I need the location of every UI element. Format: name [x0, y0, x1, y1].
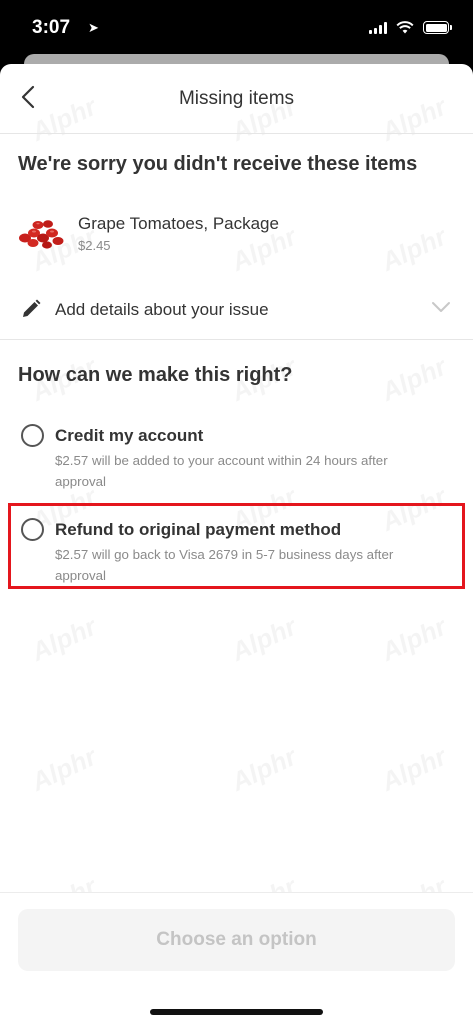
watermark: Alphr — [27, 741, 102, 798]
missing-items-sheet: Alphr Alphr Alphr Alphr Alphr Alphr Alph… — [0, 64, 473, 1024]
page-title: Missing items — [178, 88, 295, 109]
watermark: Alphr — [27, 611, 102, 668]
watermark: Alphr — [227, 611, 302, 668]
pencil-icon — [23, 299, 41, 317]
add-details-label: Add details about your issue — [55, 300, 269, 319]
section-heading-resolution: How can we make this right? — [18, 364, 293, 386]
home-indicator — [150, 1009, 323, 1015]
watermark: Alphr — [227, 741, 302, 798]
watermark: Alphr — [377, 741, 452, 798]
add-details-row[interactable]: Add details about your issue — [0, 286, 473, 340]
status-icons — [369, 21, 452, 34]
footer: Choose an option — [0, 892, 473, 1024]
item-price: $2.45 — [78, 238, 111, 253]
status-bar: 3:07 ➤ — [0, 0, 473, 56]
radio-button[interactable] — [21, 424, 44, 447]
option-title: Credit my account — [55, 426, 204, 445]
watermark: Alphr — [377, 351, 452, 408]
status-time: 3:07 — [32, 17, 71, 38]
missing-item: Grape Tomatoes, Package $2.45 — [18, 212, 458, 256]
battery-icon — [423, 21, 452, 34]
option-description: $2.57 will be added to your account with… — [55, 453, 388, 489]
option-credit-account[interactable]: Credit my account $2.57 will be added to… — [0, 420, 473, 492]
location-arrow-icon: ➤ — [88, 20, 99, 35]
section-heading-missing: We're sorry you didn't receive these ite… — [18, 153, 418, 175]
choose-option-button[interactable]: Choose an option — [18, 909, 455, 971]
highlight-annotation — [8, 503, 465, 589]
chevron-down-icon — [432, 302, 450, 312]
header: Missing items — [0, 64, 473, 134]
wifi-icon — [396, 21, 414, 34]
cellular-signal-icon — [369, 21, 387, 34]
item-name: Grape Tomatoes, Package — [78, 214, 279, 233]
watermark: Alphr — [377, 611, 452, 668]
product-image — [19, 220, 64, 249]
